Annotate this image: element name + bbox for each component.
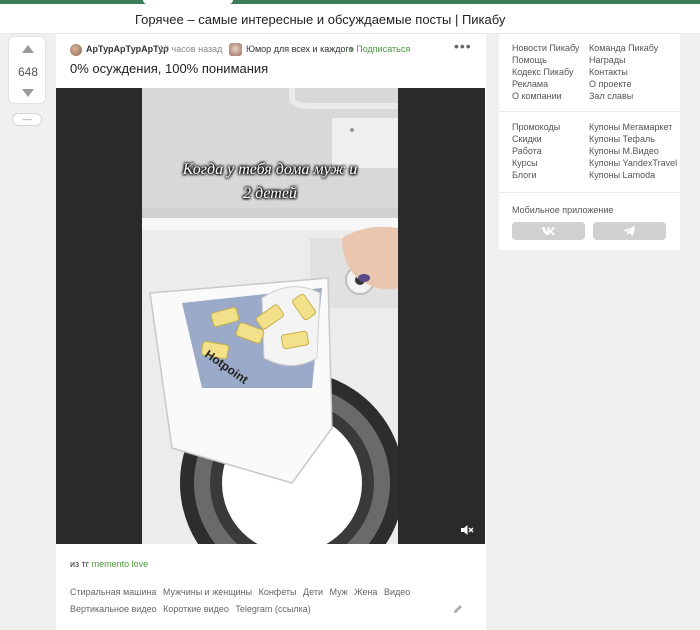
rating-box: 648 [8,36,46,104]
sidebar-link[interactable]: Помощь [512,55,547,65]
vk-app-button[interactable] [512,222,585,240]
promo-link[interactable]: Купоны Мегамаркет [589,122,672,132]
telegram-icon [623,226,635,236]
divider [499,192,680,193]
telegram-app-button[interactable] [593,222,666,240]
promo-link[interactable]: Блоги [512,170,536,180]
promo-link[interactable]: Купоны Тефаль [589,134,655,144]
subscribe-label: Подписаться [356,44,411,54]
tag-list: Стиральная машина Мужчины и женщины Конф… [70,584,470,618]
tag[interactable]: Мужчины и женщины [163,587,252,597]
author-name[interactable]: АрТурАрТурАрТур [86,44,169,54]
mobile-app-label: Мобильное приложение [512,205,614,215]
source-prefix: из тг [70,559,90,569]
promo-link[interactable]: Работа [512,146,542,156]
video-player[interactable]: Hotpoint Когда у тебя дома муж и2 детей [56,88,485,544]
video-caption: Когда у тебя дома муж и2 детей [182,161,358,202]
vk-icon [542,227,555,235]
sidebar-link[interactable]: Новости Пикабу [512,43,579,53]
divider [499,111,680,112]
author-avatar[interactable] [70,44,82,56]
video-frame: Hotpoint Когда у тебя дома муж и2 детей [142,88,398,544]
sidebar-link[interactable]: О проекте [589,79,631,89]
community-avatar[interactable] [229,43,242,56]
community-name[interactable]: Юмор для всех и каждого [246,44,354,54]
sidebar-link[interactable]: О компании [512,91,562,101]
vote-up-icon[interactable] [22,45,34,53]
rating-more-button[interactable]: — [12,113,42,126]
vote-down-icon[interactable] [22,89,34,97]
promo-link[interactable]: Купоны М.Видео [589,146,659,156]
sidebar-link[interactable]: Контакты [589,67,628,77]
tag[interactable]: Вертикальное видео [70,604,157,614]
sidebar-link[interactable]: Награды [589,55,626,65]
post-time[interactable]: 10 часов назад [159,44,222,54]
tag[interactable]: Жена [354,587,377,597]
tag[interactable]: Короткие видео [163,604,229,614]
menu-dots-icon[interactable]: ••• [454,38,472,54]
sidebar-link[interactable]: Реклама [512,79,548,89]
pencil-icon[interactable] [453,604,463,614]
tag[interactable]: Дети [303,587,323,597]
title-bar: Горячее – самые интересные и обсуждаемые… [0,4,700,34]
video-scene: Hotpoint [142,88,398,544]
promo-link[interactable]: Купоны YandexTravel [589,158,677,168]
plus-icon: + [349,44,355,54]
promo-link[interactable]: Курсы [512,158,538,168]
sidebar-link[interactable]: Кодекс Пикабу [512,67,573,77]
promo-link[interactable]: Скидки [512,134,542,144]
subscribe-button[interactable]: + Подписаться [349,44,410,54]
source-line: из тг memento love [70,559,148,569]
tag[interactable]: Конфеты [259,587,297,597]
tag[interactable]: Telegram (ссылка) [235,604,310,614]
tag[interactable]: Стиральная машина [70,587,156,597]
promo-link[interactable]: Промокоды [512,122,560,132]
rating-count: 648 [17,65,39,79]
mute-icon[interactable] [460,524,474,536]
sidebar-links: Новости Пикабу Помощь Кодекс Пикабу Рекл… [499,34,680,250]
story-card: АрТурАрТурАрТур 10 часов назад Юмор для … [56,34,486,630]
tag[interactable]: Муж [329,587,347,597]
promo-link[interactable]: Купоны Lamoda [589,170,655,180]
sidebar-link[interactable]: Команда Пикабу [589,43,658,53]
source-link[interactable]: memento love [92,559,149,569]
tag[interactable]: Видео [384,587,410,597]
story-title[interactable]: 0% осуждения, 100% понимания [70,61,268,76]
page-title: Горячее – самые интересные и обсуждаемые… [135,12,506,27]
sidebar-link[interactable]: Зал славы [589,91,633,101]
